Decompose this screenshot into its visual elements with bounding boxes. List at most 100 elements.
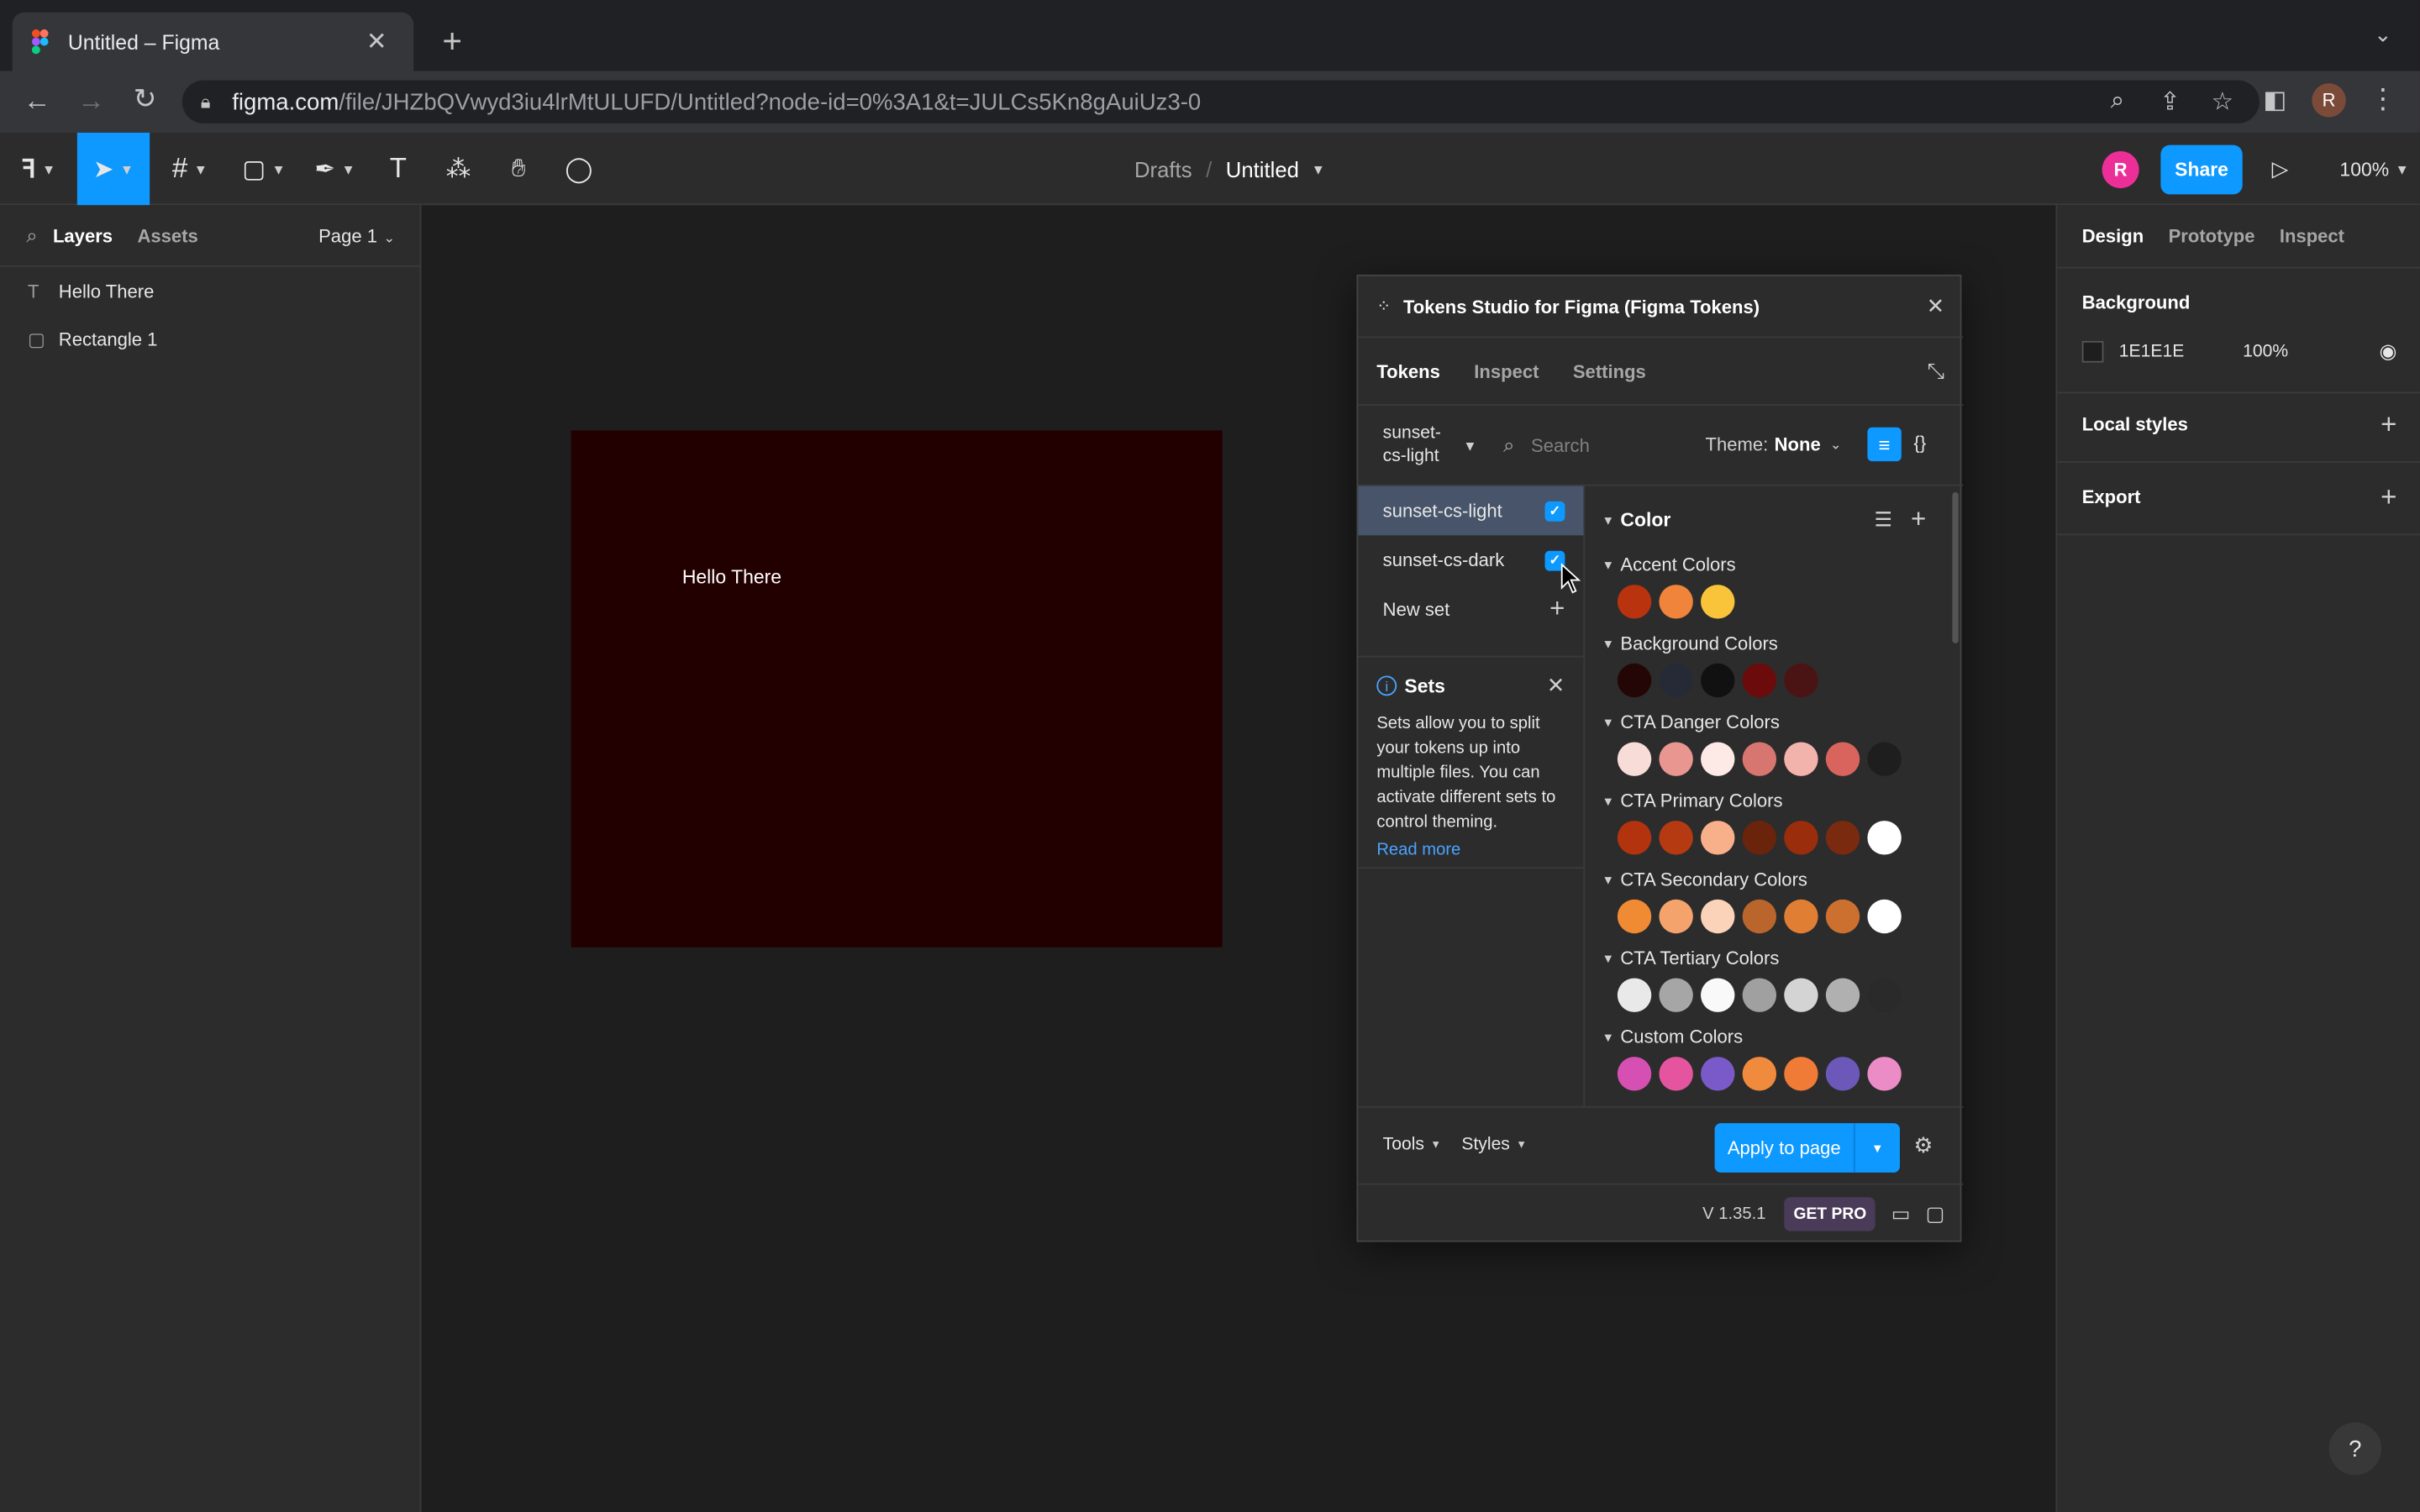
color-token-swatch[interactable] — [1617, 1057, 1652, 1091]
browser-tab[interactable]: Untitled – Figma ✕ — [12, 12, 414, 71]
active-set-selector[interactable]: sunset- cs-light — [1383, 423, 1441, 469]
help-button[interactable]: ? — [2328, 1422, 2382, 1475]
shape-tool-button[interactable]: ▢ ▼ — [230, 133, 298, 205]
color-token-swatch[interactable] — [1701, 585, 1735, 619]
color-token-swatch[interactable] — [1659, 899, 1693, 934]
token-group-header[interactable]: ▼ Custom Colors — [1602, 1026, 1941, 1047]
theme-selector[interactable]: Theme: None ⌄ — [1706, 433, 1842, 455]
new-tab-icon[interactable]: + — [434, 22, 471, 62]
color-token-swatch[interactable] — [1742, 899, 1777, 934]
new-set-row[interactable]: New set + — [1358, 585, 1583, 634]
color-token-swatch[interactable] — [1784, 899, 1818, 934]
zoom-icon[interactable]: ⌕ — [2099, 88, 2136, 116]
color-token-swatch[interactable] — [1659, 1057, 1693, 1091]
add-local-style-icon[interactable]: + — [2381, 408, 2396, 441]
color-token-swatch[interactable] — [1617, 899, 1652, 934]
color-token-swatch[interactable] — [1867, 742, 1902, 776]
gear-icon[interactable]: ⚙︎ — [1914, 1132, 1933, 1158]
color-token-swatch[interactable] — [1825, 821, 1860, 855]
color-token-swatch[interactable] — [1701, 663, 1735, 698]
close-icon[interactable]: ✕ — [1927, 293, 1945, 319]
token-group-header[interactable]: ▼ CTA Danger Colors — [1602, 711, 1941, 733]
color-token-swatch[interactable] — [1742, 742, 1777, 776]
collapse-triangle-icon[interactable]: ▼ — [1602, 558, 1614, 572]
frame-tool-button[interactable]: # ▼ — [150, 133, 230, 205]
color-token-swatch[interactable] — [1659, 978, 1693, 1012]
canvas-rectangle[interactable] — [571, 430, 1223, 948]
apply-options-chevron-icon[interactable]: ▼ — [1853, 1123, 1900, 1173]
collapse-triangle-icon[interactable]: ▼ — [1602, 513, 1614, 528]
apply-to-page-button[interactable]: Apply to page ▼ — [1714, 1123, 1900, 1173]
set-row-sunset-cs-dark[interactable]: sunset-cs-dark ✓ — [1358, 535, 1583, 585]
collapse-triangle-icon[interactable]: ▼ — [1602, 637, 1614, 651]
color-token-swatch[interactable] — [1825, 978, 1860, 1012]
collapse-triangle-icon[interactable]: ▼ — [1602, 715, 1614, 729]
color-token-swatch[interactable] — [1867, 899, 1902, 934]
tab-prototype[interactable]: Prototype — [2169, 225, 2255, 247]
add-token-icon[interactable]: + — [1911, 505, 1926, 536]
background-swatch[interactable] — [2081, 340, 2104, 363]
token-group-header[interactable]: ▼ CTA Secondary Colors — [1602, 869, 1941, 890]
tab-design[interactable]: Design — [2082, 225, 2144, 247]
canvas-text-layer[interactable]: Hello There — [682, 566, 781, 588]
main-menu-button[interactable]: ꟻ ▼ — [0, 133, 77, 205]
collapse-triangle-icon[interactable]: ▼ — [1602, 794, 1614, 808]
search-icon[interactable]: ⌕ — [26, 223, 37, 247]
color-token-swatch[interactable] — [1701, 978, 1735, 1012]
plugin-header[interactable]: ⁘ Tokens Studio for Figma (Figma Tokens)… — [1358, 276, 1964, 339]
share-page-icon[interactable]: ⇪ — [2151, 87, 2188, 118]
color-token-swatch[interactable] — [1867, 978, 1902, 1012]
tab-tokens[interactable]: Tokens — [1376, 360, 1440, 382]
color-token-swatch[interactable] — [1659, 742, 1693, 776]
add-export-icon[interactable]: + — [2381, 480, 2396, 513]
color-token-swatch[interactable] — [1701, 821, 1735, 855]
page-selector[interactable]: Page 1 ⌄ — [318, 224, 395, 246]
color-token-swatch[interactable] — [1701, 742, 1735, 776]
token-group-header[interactable]: ▼ CTA Primary Colors — [1602, 790, 1941, 811]
collapse-triangle-icon[interactable]: ▼ — [1602, 951, 1614, 965]
set-row-sunset-cs-light[interactable]: sunset-cs-light ✓ — [1358, 486, 1584, 536]
tab-settings[interactable]: Settings — [1573, 360, 1646, 382]
bookmark-star-icon[interactable]: ☆ — [2204, 87, 2241, 118]
add-set-icon[interactable]: + — [1549, 594, 1565, 625]
color-token-swatch[interactable] — [1617, 742, 1652, 776]
color-token-swatch[interactable] — [1659, 663, 1693, 698]
color-token-swatch[interactable] — [1784, 663, 1818, 698]
color-token-swatch[interactable] — [1784, 821, 1818, 855]
token-search-input[interactable]: Search — [1531, 435, 1590, 457]
collapse-triangle-icon[interactable]: ▼ — [1602, 873, 1614, 887]
list-view-icon[interactable]: ≡ — [1867, 427, 1902, 462]
present-play-icon[interactable]: ▷ — [2272, 133, 2289, 205]
hand-tool-button[interactable]: ✋︎ — [492, 133, 544, 205]
feedback-icon[interactable]: ▢ — [1926, 1201, 1945, 1226]
tools-menu[interactable]: Tools ▼ — [1383, 1136, 1441, 1154]
color-token-swatch[interactable] — [1617, 663, 1652, 698]
back-icon[interactable]: ← — [18, 85, 55, 118]
text-tool-button[interactable]: T — [372, 133, 424, 205]
json-view-icon[interactable]: {} — [1914, 432, 1927, 454]
layer-row[interactable]: T Hello There — [0, 267, 420, 315]
browser-menu-icon[interactable]: ⋮ — [2365, 83, 2402, 116]
sidebar-toggle-icon[interactable]: ◧ — [2256, 85, 2293, 116]
chevron-down-icon[interactable]: ▼ — [1312, 161, 1325, 176]
color-token-swatch[interactable] — [1742, 821, 1777, 855]
color-token-swatch[interactable] — [1659, 585, 1693, 619]
tab-search-chevron-icon[interactable]: ⌄ — [2365, 22, 2402, 48]
share-button[interactable]: Share — [2160, 144, 2243, 195]
color-token-swatch[interactable] — [1742, 663, 1777, 698]
color-token-swatch[interactable] — [1701, 1057, 1735, 1091]
file-name[interactable]: Untitled — [1226, 156, 1299, 181]
close-icon[interactable]: ✕ — [1547, 673, 1565, 699]
color-token-swatch[interactable] — [1825, 1057, 1860, 1091]
styles-menu[interactable]: Styles ▼ — [1461, 1136, 1527, 1154]
color-token-swatch[interactable] — [1617, 585, 1652, 619]
color-token-swatch[interactable] — [1742, 978, 1777, 1012]
get-pro-button[interactable]: GET PRO — [1784, 1196, 1876, 1231]
pen-tool-button[interactable]: ✒︎ ▼ — [297, 133, 371, 205]
token-group-header[interactable]: ▼ CTA Tertiary Colors — [1602, 948, 1941, 969]
close-tab-icon[interactable]: ✕ — [358, 26, 395, 57]
color-token-swatch[interactable] — [1784, 978, 1818, 1012]
color-token-swatch[interactable] — [1742, 1057, 1777, 1091]
breadcrumb-drafts[interactable]: Drafts — [1134, 156, 1192, 181]
background-hex-input[interactable]: 1E1E1E — [2119, 343, 2185, 361]
